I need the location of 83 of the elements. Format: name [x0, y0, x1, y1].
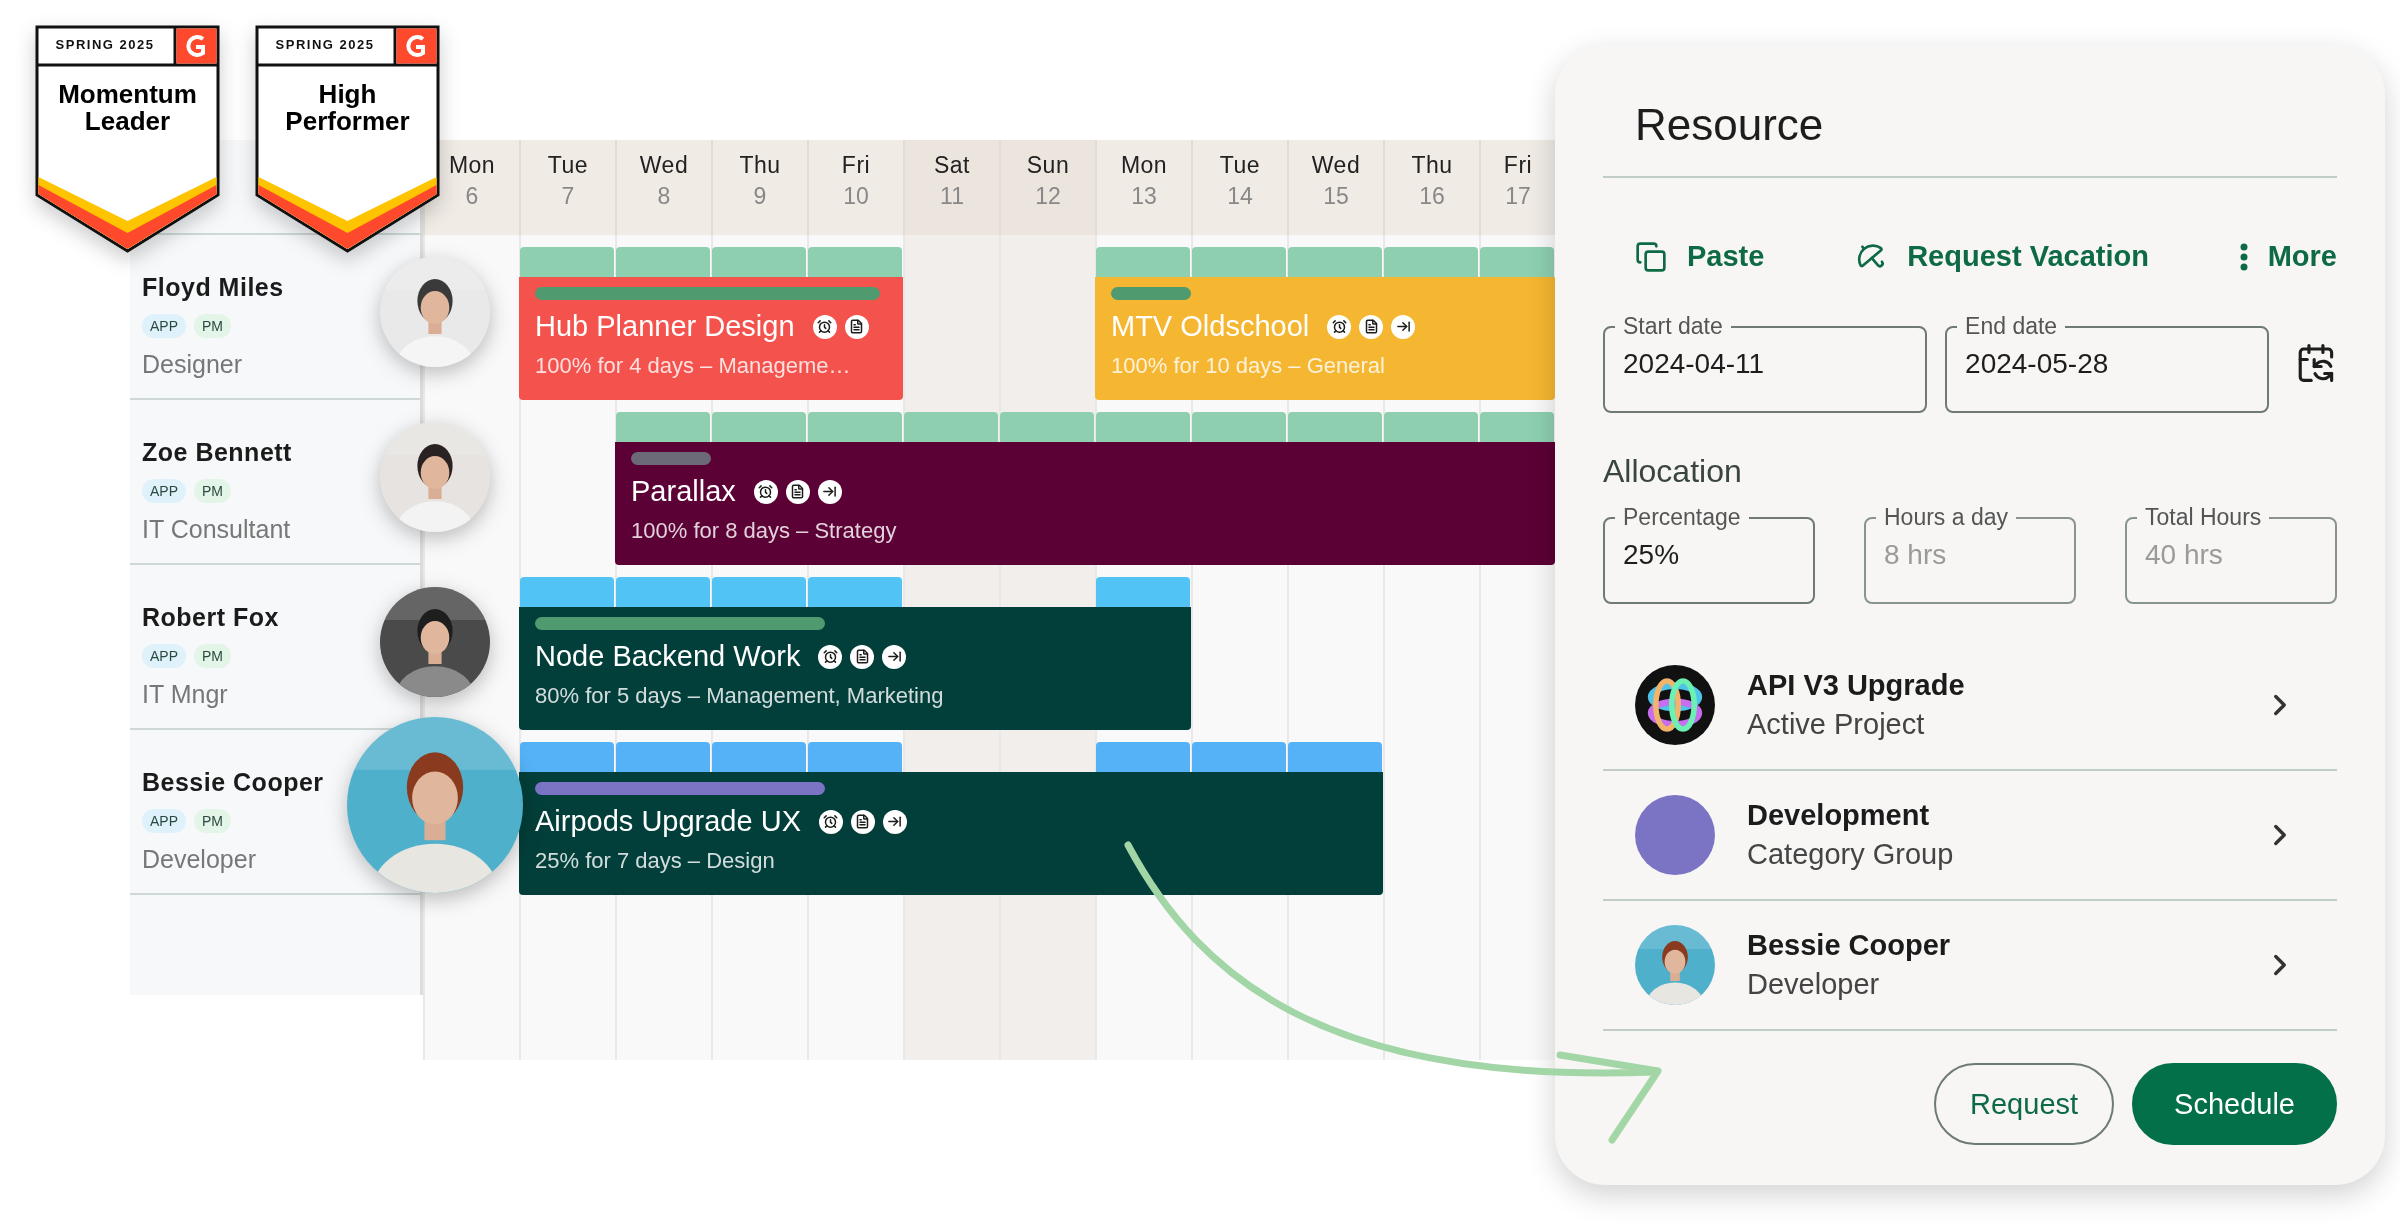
date: 12 [1035, 183, 1061, 210]
tag: APP [142, 809, 186, 833]
resource-role: IT Mngr [142, 680, 228, 709]
tag: APP [142, 644, 186, 668]
link-row[interactable]: Development Category Group [1603, 771, 2337, 901]
booking[interactable]: Node Backend Work 80% for 5 days – Management, Marketing [519, 607, 1191, 730]
field-label: Hours a day [1883, 504, 2009, 531]
booking-detail: 80% for 5 days – Management, Marketing [535, 683, 945, 709]
weekday: Thu [1411, 152, 1453, 179]
link-row[interactable]: API V3 Upgrade Active Project [1603, 641, 2337, 771]
badge-title: High Performer [284, 81, 411, 136]
weekday: Fri [841, 152, 871, 179]
copy-icon [1635, 240, 1667, 273]
date: 17 [1505, 183, 1531, 210]
date: 7 [561, 183, 575, 210]
weekday: Mon [448, 152, 496, 179]
badge-title: Momentum Leader [57, 81, 198, 136]
booking-title: Parallax [631, 475, 736, 508]
booking-detail: 100% for 4 days – Manageme… [535, 353, 852, 379]
request-button[interactable]: Request [1934, 1063, 2115, 1145]
section-title: Allocation [1603, 452, 1743, 491]
date: 6 [465, 183, 479, 210]
date-field[interactable]: End date 2024-05-28 [1945, 313, 2270, 413]
booking-title: MTV Oldschool [1111, 310, 1310, 343]
booking-title: Hub Planner Design [535, 310, 795, 343]
resource-role: Designer [142, 350, 243, 379]
link-subtitle: Category Group [1747, 838, 1954, 871]
date: 11 [940, 183, 964, 210]
resource-role: Developer [142, 845, 256, 874]
weekday: Wed [639, 152, 689, 179]
booking[interactable]: Parallax 100% for 8 days – Strategy [615, 442, 1555, 565]
resource-name: Robert Fox [142, 603, 279, 632]
schedule-button[interactable]: Schedule [2132, 1063, 2337, 1145]
booking-title: Airpods Upgrade UX [535, 805, 801, 838]
field-label: Total Hours [2144, 504, 2263, 531]
link-row[interactable]: Bessie Cooper Developer [1603, 901, 2337, 1031]
field-value: 25% [1623, 538, 1680, 571]
tag: APP [142, 314, 186, 338]
resource-name: Floyd Miles [142, 273, 284, 302]
date: 14 [1227, 183, 1253, 210]
weekday: Thu [739, 152, 781, 179]
field-label: Start date [1622, 313, 1724, 340]
field-value: 40 hrs [2145, 538, 2223, 571]
date-field[interactable]: Start date 2024-04-11 [1603, 313, 1928, 413]
more-action[interactable]: More [2239, 240, 2337, 273]
booking-detail: 100% for 10 days – General [1111, 353, 1386, 379]
link-subtitle: Active Project [1747, 708, 1925, 741]
paste-action[interactable]: Paste [1635, 240, 1765, 273]
link-subtitle: Developer [1747, 968, 1880, 1001]
weekday: Sun [1026, 152, 1070, 179]
weekday: Mon [1120, 152, 1168, 179]
tag: APP [142, 479, 186, 503]
booking-detail: 25% for 7 days – Design [535, 848, 776, 874]
resource-name: Zoe Bennett [142, 438, 292, 467]
field-label: End date [1964, 313, 2059, 340]
date: 15 [1323, 183, 1349, 210]
link-title: API V3 Upgrade [1747, 669, 1965, 702]
field-value: 2024-05-28 [1965, 347, 2109, 380]
field-label: Percentage [1622, 504, 1742, 531]
more-icon [2239, 242, 2248, 271]
date: 9 [753, 183, 767, 210]
vacation-action[interactable]: Request Vacation [1855, 240, 2149, 273]
weekday: Tue [1219, 152, 1261, 179]
date: 10 [843, 183, 869, 210]
weekday: Wed [1311, 152, 1361, 179]
weekday: Sat [934, 152, 970, 179]
weekday: Fri [1503, 152, 1533, 179]
date: 13 [1131, 183, 1157, 210]
booking-title: Node Backend Work [535, 640, 801, 673]
date: 16 [1419, 183, 1445, 210]
badge-season: SPRING 2025 [274, 37, 376, 52]
booking[interactable]: Airpods Upgrade UX 25% for 7 days – Design [519, 772, 1383, 895]
badge-season: SPRING 2025 [54, 37, 156, 52]
booking-detail: 100% for 8 days – Strategy [631, 518, 898, 544]
link-title: Bessie Cooper [1747, 929, 1951, 962]
resource-role: IT Consultant [142, 515, 291, 544]
field-value: 8 hrs [1884, 538, 1947, 571]
field-value: 2024-04-11 [1623, 347, 1765, 380]
weekday: Tue [547, 152, 589, 179]
date: 8 [657, 183, 671, 210]
link-title: Development [1747, 799, 1930, 832]
resource-name: Bessie Cooper [142, 768, 324, 797]
panel-title: Resource [1634, 100, 1825, 151]
